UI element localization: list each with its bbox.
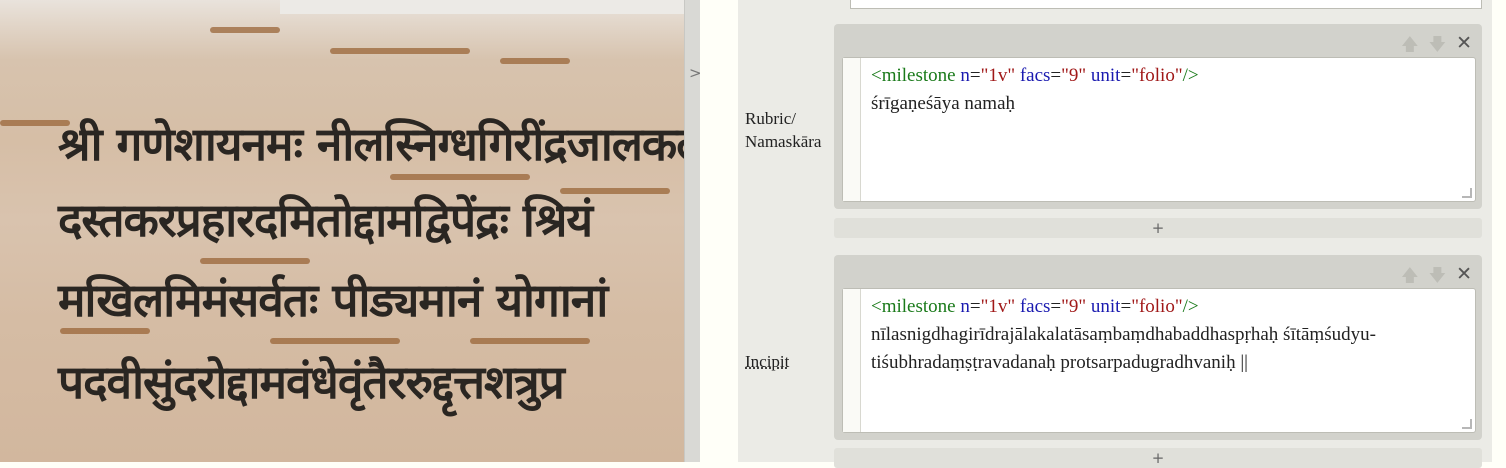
field-label-line: Namaskāra bbox=[745, 132, 822, 151]
xml-tag: /> bbox=[1182, 65, 1199, 86]
rubric-textarea[interactable]: <milestone n="1v" facs="9" unit="folio"/… bbox=[842, 57, 1476, 202]
add-field-button[interactable]: + bbox=[834, 218, 1482, 238]
xml-attr: facs bbox=[1019, 65, 1051, 86]
field-label-incipit: Incipit bbox=[745, 352, 790, 371]
ink-stroke bbox=[200, 258, 310, 264]
resize-handle-icon[interactable] bbox=[1462, 188, 1472, 198]
manuscript-line: मखिलमिमंसर्वतः पीड्यमानं योगानां bbox=[58, 273, 608, 327]
xml-tag: <milestone bbox=[871, 296, 956, 317]
ink-stroke bbox=[390, 174, 530, 180]
xml-value: "folio" bbox=[1131, 65, 1183, 86]
code-line: tiśubhradaṃṣṭravadanaḥ protsarpadugradhv… bbox=[871, 352, 1248, 373]
xml-value: "1v" bbox=[980, 65, 1016, 86]
xml-attr: unit bbox=[1090, 296, 1121, 317]
xml-attr: n bbox=[960, 296, 970, 317]
line-gutter bbox=[843, 58, 861, 201]
xml-attr: facs bbox=[1019, 296, 1051, 317]
field-label-rubric: Rubric/ Namaskāra bbox=[745, 107, 821, 153]
ink-stroke bbox=[210, 27, 280, 33]
code-content[interactable]: <milestone n="1v" facs="9" unit="folio"/… bbox=[871, 62, 1467, 118]
code-content[interactable]: <milestone n="1v" facs="9" unit="folio"/… bbox=[871, 293, 1467, 377]
code-line: <milestone n="1v" facs="9" unit="folio"/… bbox=[871, 296, 1199, 317]
manuscript-line: दस्तकरप्रहारदमितोद्दामद्विपेंद्रः श्रियं bbox=[58, 193, 593, 247]
manuscript-line: पदवीसुंदरोद्दामवंधेवृंतैररुद्दृत्तशत्रुप… bbox=[58, 355, 565, 409]
xml-tag: /> bbox=[1182, 296, 1199, 317]
manuscript-line: श्री गणेशायनमः नीलस्निग्धगिरींद्रजालकल bbox=[58, 117, 684, 171]
xml-tag: <milestone bbox=[871, 65, 956, 86]
add-field-button[interactable]: + bbox=[834, 448, 1482, 468]
xml-value: "folio" bbox=[1131, 296, 1183, 317]
line-gutter bbox=[843, 289, 861, 432]
incipit-textarea[interactable]: <milestone n="1v" facs="9" unit="folio"/… bbox=[842, 288, 1476, 433]
xml-value: "9" bbox=[1061, 65, 1087, 86]
previous-field-textbox[interactable] bbox=[850, 0, 1482, 9]
manuscript-image: श्री गणेशायनमः नीलस्निग्धगिरींद्रजालकल द… bbox=[0, 0, 684, 462]
ink-stroke bbox=[330, 48, 470, 54]
xml-value: "9" bbox=[1061, 296, 1087, 317]
field-label-line: Rubric/ bbox=[745, 109, 796, 128]
code-line: <milestone n="1v" facs="9" unit="folio"/… bbox=[871, 65, 1199, 86]
code-line: śrīgaṇeśāya namaḥ bbox=[871, 93, 1016, 114]
xml-value: "1v" bbox=[980, 296, 1016, 317]
ink-stroke bbox=[470, 338, 590, 344]
xml-attr: unit bbox=[1090, 65, 1121, 86]
field-panel-rubric: 🡅 🡇 ✕ <milestone n="1v" facs="9" unit="f… bbox=[834, 24, 1482, 209]
field-panel-incipit: 🡅 🡇 ✕ <milestone n="1v" facs="9" unit="f… bbox=[834, 255, 1482, 440]
manuscript-top-edge bbox=[280, 0, 684, 14]
xml-attr: n bbox=[960, 65, 970, 86]
resize-handle-icon[interactable] bbox=[1462, 419, 1472, 429]
ink-stroke bbox=[500, 58, 570, 64]
ink-stroke bbox=[270, 338, 400, 344]
code-line: nīlasnigdhagirīdrajālakalatāsaṃbaṃdhabad… bbox=[871, 324, 1376, 345]
